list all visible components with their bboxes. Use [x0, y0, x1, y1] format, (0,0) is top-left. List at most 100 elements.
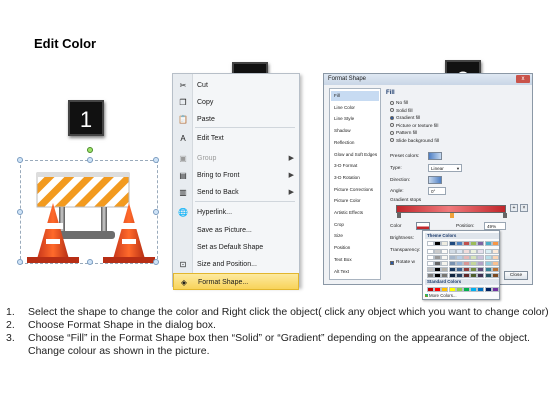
dialog-nav-item[interactable]: Reflection [331, 138, 379, 148]
standard-color-swatch[interactable] [441, 287, 449, 292]
gradient-stop-handle[interactable] [503, 213, 507, 218]
theme-color-swatch[interactable] [491, 261, 499, 266]
theme-color-swatch[interactable] [441, 255, 449, 260]
radio-button[interactable] [390, 108, 394, 112]
standard-color-swatch[interactable] [455, 287, 463, 292]
gradient-stop-handle[interactable] [397, 213, 401, 218]
barricade-shape-selection[interactable] [17, 147, 159, 265]
theme-color-swatch[interactable] [463, 267, 470, 272]
context-menu-item[interactable]: 📋 Paste [173, 111, 299, 128]
theme-color-swatch[interactable] [477, 261, 485, 266]
dialog-nav-item[interactable]: 3-D Rotation [331, 173, 379, 183]
theme-color-swatch[interactable] [484, 249, 492, 254]
dialog-nav-item[interactable]: Shadow [331, 126, 379, 136]
theme-color-swatch[interactable] [463, 255, 470, 260]
theme-color-swatch[interactable] [441, 267, 449, 272]
fill-option[interactable]: Slide background fill [390, 138, 439, 145]
angle-input[interactable]: 0° [428, 187, 446, 195]
context-menu-item[interactable]: ▥ Send to Back ▶ [173, 184, 299, 201]
theme-color-swatch[interactable] [448, 261, 456, 266]
theme-color-swatch[interactable] [455, 255, 463, 260]
resize-handle-bottom[interactable] [87, 259, 93, 265]
resize-handle-left[interactable] [17, 209, 23, 215]
standard-color-swatch[interactable] [427, 287, 434, 292]
theme-color-swatch[interactable] [441, 249, 449, 254]
dialog-nav-item[interactable]: Crop [331, 220, 379, 230]
dialog-nav-item[interactable]: Position [331, 243, 379, 253]
dialog-nav-item[interactable]: Line Color [331, 103, 379, 113]
dialog-nav-item[interactable]: Line Style [331, 114, 379, 124]
context-menu-item[interactable]: ✂ Cut [173, 77, 299, 94]
theme-color-swatch[interactable] [441, 261, 449, 266]
theme-color-swatch[interactable] [434, 261, 442, 266]
dialog-nav-item[interactable]: Artistic Effects [331, 208, 379, 218]
theme-color-swatch[interactable] [463, 273, 470, 278]
theme-color-swatch[interactable] [434, 267, 442, 272]
close-button[interactable]: Close [504, 271, 528, 280]
context-menu-item[interactable]: Save as Picture... [173, 222, 299, 239]
dialog-nav-item[interactable]: Size [331, 231, 379, 241]
fill-option[interactable]: Pattern fill [390, 130, 417, 137]
standard-color-swatch[interactable] [434, 287, 442, 292]
standard-color-swatch[interactable] [448, 287, 456, 292]
theme-color-swatch[interactable] [448, 255, 456, 260]
theme-color-swatch[interactable] [455, 241, 463, 246]
context-menu-item[interactable]: ▣ Group ▶ [173, 150, 299, 167]
radio-button[interactable] [390, 115, 394, 120]
theme-color-swatch[interactable] [427, 261, 434, 266]
theme-color-swatch[interactable] [448, 241, 456, 246]
theme-color-swatch[interactable] [477, 241, 485, 246]
context-menu-item[interactable]: ❐ Copy [173, 94, 299, 111]
theme-color-swatch[interactable] [484, 267, 492, 272]
resize-handle-top-right[interactable] [153, 157, 159, 163]
direction-button[interactable] [428, 176, 442, 184]
context-menu-item[interactable]: A Edit Text [173, 130, 299, 147]
radio-button[interactable] [390, 138, 394, 142]
radio-button[interactable] [390, 130, 394, 135]
theme-color-swatch[interactable] [455, 261, 463, 266]
type-select[interactable]: Linear ▼ [428, 164, 462, 172]
fill-option[interactable]: Solid fill [390, 108, 413, 115]
resize-handle-right[interactable] [153, 209, 159, 215]
rotation-handle[interactable] [87, 147, 93, 153]
context-menu-item[interactable]: Set as Default Shape [173, 239, 299, 256]
standard-color-swatch[interactable] [484, 287, 492, 292]
preset-colors-button[interactable] [428, 152, 442, 160]
theme-color-swatch[interactable] [477, 273, 485, 278]
fill-option[interactable]: Picture or texture fill [390, 123, 438, 130]
theme-color-swatch[interactable] [491, 267, 499, 272]
theme-color-swatch[interactable] [427, 273, 434, 278]
theme-color-swatch[interactable] [455, 249, 463, 254]
theme-color-swatch[interactable] [434, 241, 442, 246]
dialog-close-icon[interactable]: x [516, 75, 530, 83]
resize-handle-bottom-left[interactable] [17, 259, 23, 265]
radio-button[interactable] [390, 100, 394, 105]
theme-color-swatch[interactable] [477, 255, 485, 260]
theme-color-swatch[interactable] [434, 255, 442, 260]
resize-handle-top[interactable] [87, 157, 93, 163]
theme-color-swatch[interactable] [477, 249, 485, 254]
fill-option[interactable]: No fill [390, 100, 408, 107]
context-menu-item[interactable]: ⊡ Size and Position... [173, 256, 299, 273]
dialog-nav-item[interactable]: Fill [331, 91, 379, 101]
theme-color-swatch[interactable] [470, 267, 478, 272]
theme-color-swatch[interactable] [477, 267, 485, 272]
barricade-illustration[interactable] [21, 161, 159, 265]
rotate-with-shape-checkbox[interactable] [390, 261, 394, 265]
more-colors-link[interactable]: More Colors... [429, 293, 457, 298]
theme-color-swatch[interactable] [463, 261, 470, 266]
theme-color-swatch[interactable] [427, 267, 434, 272]
add-stop-button[interactable]: + [510, 204, 518, 212]
remove-stop-button[interactable]: × [520, 204, 528, 212]
color-button[interactable] [416, 222, 430, 230]
theme-color-swatch[interactable] [455, 273, 463, 278]
theme-color-swatch[interactable] [470, 241, 478, 246]
fill-option[interactable]: Gradient fill [390, 115, 420, 122]
theme-color-swatch[interactable] [484, 241, 492, 246]
dialog-nav-item[interactable]: 3-D Format [331, 161, 379, 171]
theme-color-swatch[interactable] [427, 249, 434, 254]
radio-button[interactable] [390, 123, 394, 127]
theme-color-swatch[interactable] [448, 249, 456, 254]
theme-color-swatch[interactable] [484, 255, 492, 260]
standard-color-swatch[interactable] [470, 287, 478, 292]
